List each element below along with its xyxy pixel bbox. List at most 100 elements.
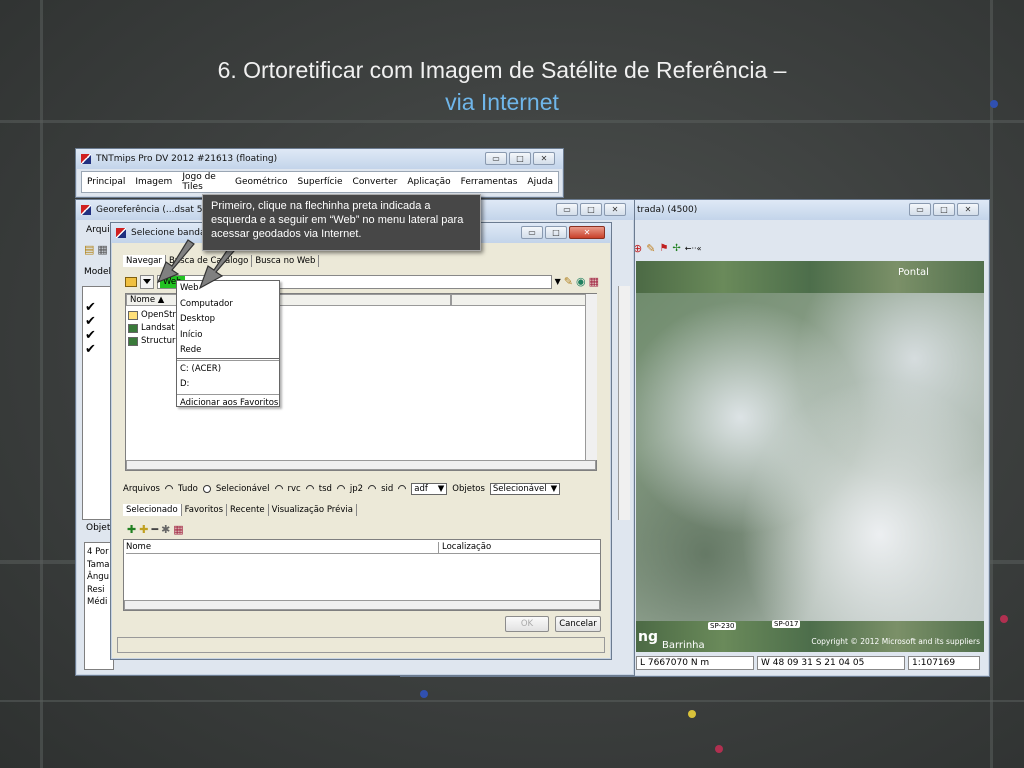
globe-icon[interactable]: ◉ — [576, 275, 586, 288]
tntmips-main-window[interactable]: TNTmips Pro DV 2012 #21613 (floating) ▭ … — [75, 148, 564, 198]
menu-item-inicio[interactable]: Início — [177, 328, 279, 344]
cancel-button[interactable]: Cancelar — [555, 616, 601, 632]
selected-list[interactable]: Nome Localização — [123, 539, 601, 611]
menu-item-rede[interactable]: Rede — [177, 343, 279, 359]
instruction-callout: Primeiro, clique na flechinha preta indi… — [202, 194, 481, 251]
file-name: Landsat — [141, 323, 175, 333]
checkmark-icon[interactable]: ✔ — [85, 329, 96, 342]
location-context-menu[interactable]: Web Computador Desktop Início Rede C: (A… — [176, 280, 280, 408]
radio-sid[interactable] — [366, 483, 378, 495]
column-location[interactable]: Localização — [438, 542, 600, 554]
tab-busca-web[interactable]: Busca no Web — [252, 255, 320, 267]
file-list-hscroll[interactable] — [126, 460, 596, 470]
maximize-button[interactable]: □ — [545, 226, 567, 239]
radio-label: Selecionável — [215, 484, 270, 494]
remove-icon[interactable]: ━ — [151, 523, 158, 536]
remove-all-icon[interactable]: ✱ — [161, 523, 170, 536]
view-window-title: trada) (4500) — [637, 205, 698, 215]
menu-superficie[interactable]: Superfície — [293, 177, 348, 187]
tab-visualizacao-previa[interactable]: Visualização Prévia — [269, 504, 357, 516]
radio-label: jp2 — [349, 484, 364, 494]
folder-up-icon[interactable] — [125, 276, 137, 287]
minimize-button[interactable]: ▭ — [909, 203, 931, 216]
pencil-icon[interactable]: ✎ — [646, 242, 655, 255]
selection-toolbar: ✚ ✚ ━ ✱ ▦ — [127, 523, 184, 536]
add-layer-icon[interactable]: ✚ — [139, 523, 148, 536]
slide-subtitle: via Internet — [445, 89, 559, 115]
menu-ajuda[interactable]: Ajuda — [522, 177, 558, 187]
extension-select[interactable]: adf ▼ — [411, 483, 448, 495]
open-folder-icon[interactable]: ▤ — [84, 243, 94, 256]
chevron-down-icon: ▼ — [437, 484, 445, 494]
location-dropdown-button[interactable]: ▼ — [555, 277, 561, 286]
point-list[interactable]: ✔ ✔ ✔ ✔ — [82, 286, 112, 520]
file-row[interactable]: OpenStr — [128, 310, 176, 320]
menu-jogo-de-tiles[interactable]: Jogo de Tiles — [177, 172, 230, 192]
menu-imagem[interactable]: Imagem — [130, 177, 177, 187]
satellite-map[interactable]: Pontal SP-230 SP-017 Barrinha ng Copyrig… — [636, 261, 984, 652]
tab-selecionado[interactable]: Selecionado — [123, 504, 182, 516]
georef-scrollbar[interactable] — [618, 286, 630, 520]
close-button[interactable]: ✕ — [533, 152, 555, 165]
menu-converter[interactable]: Converter — [348, 177, 403, 187]
menu-separator — [177, 393, 279, 395]
info-line: Tama — [87, 559, 110, 570]
radio-jp2[interactable] — [335, 483, 347, 495]
georef-toolbar: ▤ ▦ — [84, 243, 108, 256]
grid-icon[interactable]: ▦ — [97, 243, 107, 256]
menu-aplicacao[interactable]: Aplicação — [402, 177, 455, 187]
menu-item-add-favorites[interactable]: Adicionar aos Favoritos — [177, 396, 279, 412]
main-window-title: TNTmips Pro DV 2012 #21613 (floating) — [96, 154, 278, 164]
menu-geometrico[interactable]: Geométrico — [230, 177, 293, 187]
checkmark-icon[interactable]: ✔ — [85, 343, 96, 356]
road-label-sp017: SP-017 — [772, 620, 801, 628]
menu-item-drive-c[interactable]: C: (ACER) — [177, 362, 279, 378]
maximize-button[interactable]: □ — [580, 203, 602, 216]
pencil-icon[interactable]: ✎ — [564, 275, 573, 288]
column-name[interactable]: Nome — [126, 542, 438, 554]
radio-extension[interactable] — [396, 483, 408, 495]
radio-selecionavel[interactable] — [201, 483, 213, 495]
filter-label: Arquivos — [123, 484, 160, 494]
minimize-button[interactable]: ▭ — [485, 152, 507, 165]
close-button[interactable]: ✕ — [957, 203, 979, 216]
close-button[interactable]: ✕ — [569, 226, 605, 239]
maximize-button[interactable]: □ — [509, 152, 531, 165]
chevron-down-icon: ▼ — [550, 484, 558, 494]
road-label-sp230: SP-230 — [708, 622, 737, 630]
checkmark-icon[interactable]: ✔ — [85, 315, 96, 328]
radio-tsd[interactable] — [304, 483, 316, 495]
column-header-blank — [451, 294, 586, 306]
file-list-vscroll[interactable] — [585, 294, 597, 460]
dialog-status-bar — [117, 637, 605, 653]
menu-item-computador[interactable]: Computador — [177, 297, 279, 313]
radio-rvc[interactable] — [272, 483, 285, 495]
filter-row: Arquivos Tudo Selecionável rvc tsd jp2 s… — [123, 483, 561, 495]
close-button[interactable]: ✕ — [604, 203, 626, 216]
file-row[interactable]: Structura — [128, 336, 181, 346]
grid-color-icon[interactable]: ▦ — [589, 275, 599, 288]
objects-select[interactable]: Selecionável ▼ — [489, 483, 561, 495]
tab-recente[interactable]: Recente — [227, 504, 269, 516]
move-icon[interactable]: ✢ — [672, 243, 680, 254]
georef-menu-file[interactable]: Arqui — [86, 225, 110, 235]
radio-tudo[interactable] — [163, 483, 175, 495]
menu-item-desktop[interactable]: Desktop — [177, 312, 279, 328]
minimize-button[interactable]: ▭ — [521, 226, 543, 239]
checkmark-icon[interactable]: ✔ — [85, 301, 96, 314]
flag-icon[interactable]: ⚑ — [659, 243, 668, 254]
info-line: Médi — [87, 597, 108, 607]
maximize-button[interactable]: □ — [933, 203, 955, 216]
minimize-button[interactable]: ▭ — [556, 203, 578, 216]
tab-favoritos[interactable]: Favoritos — [182, 504, 228, 516]
menu-item-drive-d[interactable]: D: — [177, 377, 279, 393]
selected-list-hscroll[interactable] — [124, 600, 600, 610]
ok-button[interactable]: OK — [505, 616, 549, 632]
menu-ferramentas[interactable]: Ferramentas — [456, 177, 523, 187]
add-icon[interactable]: ✚ — [127, 523, 136, 536]
file-row[interactable]: Landsat — [128, 323, 175, 333]
menu-principal[interactable]: Principal — [82, 177, 130, 187]
grid-color-icon[interactable]: ▦ — [173, 523, 183, 536]
model-label: Model — [84, 267, 112, 277]
background-road — [0, 120, 1024, 123]
